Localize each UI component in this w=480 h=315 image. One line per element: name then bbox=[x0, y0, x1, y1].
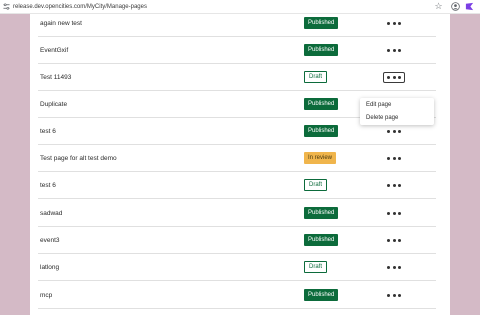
page-title[interactable]: Test 11493 bbox=[40, 64, 71, 91]
dot-icon bbox=[392, 22, 396, 25]
more-options-button[interactable] bbox=[383, 262, 405, 273]
status-badge: Published bbox=[304, 17, 339, 29]
dot-icon bbox=[392, 266, 396, 269]
page-row: again new test Published bbox=[38, 10, 436, 37]
dot-icon bbox=[387, 76, 390, 79]
page-row: event3 Published bbox=[38, 227, 436, 254]
dot-icon bbox=[398, 49, 401, 52]
page-title[interactable]: latlong bbox=[40, 254, 59, 281]
dot-icon bbox=[387, 184, 390, 187]
page-title[interactable]: sadwad bbox=[40, 200, 62, 227]
tune-icon[interactable] bbox=[3, 3, 10, 10]
status-badge: Published bbox=[304, 207, 339, 219]
page-title[interactable]: again new test bbox=[40, 10, 82, 37]
page-row: EventGxif Published bbox=[38, 37, 436, 64]
status-badge: Published bbox=[304, 125, 339, 137]
page-row: test 6 Draft bbox=[38, 172, 436, 199]
page-title[interactable]: Test page for alt test demo bbox=[40, 145, 117, 172]
dot-icon bbox=[392, 239, 396, 242]
status-badge: Published bbox=[304, 234, 339, 246]
dot-icon bbox=[398, 294, 401, 297]
dot-icon bbox=[398, 157, 401, 160]
dot-icon bbox=[398, 130, 401, 133]
page-row: latlong Draft bbox=[38, 254, 436, 281]
page-row: Test 11493 Draft bbox=[38, 64, 436, 91]
edit-page-menu-item[interactable]: Edit page bbox=[360, 99, 434, 112]
dot-icon bbox=[387, 266, 390, 269]
dot-icon bbox=[387, 212, 390, 215]
more-options-button[interactable] bbox=[383, 153, 405, 164]
dot-icon bbox=[392, 184, 396, 187]
more-options-button[interactable] bbox=[383, 72, 405, 83]
manage-pages-panel: again new test Published EventGxif Publi… bbox=[30, 14, 450, 315]
dot-icon bbox=[398, 212, 401, 215]
dot-icon bbox=[387, 294, 390, 297]
page-options-menu: Edit page Delete page bbox=[360, 98, 434, 125]
more-options-button[interactable] bbox=[383, 180, 405, 191]
dot-icon bbox=[387, 130, 390, 133]
status-badge: Published bbox=[304, 44, 339, 56]
status-badge: Published bbox=[304, 98, 339, 110]
page-title[interactable]: EventGxif bbox=[40, 37, 68, 64]
dot-icon bbox=[398, 76, 401, 79]
dot-icon bbox=[398, 239, 401, 242]
dot-icon bbox=[392, 294, 396, 297]
page-title[interactable]: test 6 bbox=[40, 172, 56, 199]
dot-icon bbox=[387, 22, 390, 25]
dot-icon bbox=[392, 130, 396, 133]
dot-icon bbox=[392, 212, 396, 215]
status-badge: Published bbox=[304, 289, 339, 301]
account-icon[interactable] bbox=[451, 2, 460, 11]
dot-icon bbox=[387, 239, 390, 242]
more-options-button[interactable] bbox=[383, 235, 405, 246]
dot-icon bbox=[398, 22, 401, 25]
page-title[interactable]: test 6 bbox=[40, 118, 56, 145]
dot-icon bbox=[392, 49, 396, 52]
page-title[interactable]: Duplicate bbox=[40, 91, 67, 118]
more-options-button[interactable] bbox=[383, 290, 405, 301]
dot-icon bbox=[398, 184, 401, 187]
delete-page-menu-item[interactable]: Delete page bbox=[360, 112, 434, 125]
page-row: Test page for alt test demo In review bbox=[38, 145, 436, 172]
more-options-button[interactable] bbox=[383, 208, 405, 219]
status-badge: In review bbox=[304, 152, 337, 164]
status-badge: Draft bbox=[304, 179, 328, 191]
more-options-button[interactable] bbox=[383, 45, 405, 56]
status-badge: Draft bbox=[304, 71, 328, 83]
page-row: sadwad Published bbox=[38, 200, 436, 227]
more-options-button[interactable] bbox=[383, 18, 405, 29]
more-options-button[interactable] bbox=[383, 126, 405, 137]
page-row: mcp Published bbox=[38, 282, 436, 309]
dot-icon bbox=[398, 266, 401, 269]
page-title[interactable]: event3 bbox=[40, 227, 60, 254]
dot-icon bbox=[387, 49, 390, 52]
extension-icon[interactable] bbox=[465, 2, 474, 11]
status-badge: Draft bbox=[304, 261, 328, 273]
dot-icon bbox=[392, 76, 396, 79]
page-title[interactable]: mcp bbox=[40, 282, 52, 309]
dot-icon bbox=[392, 157, 396, 160]
dot-icon bbox=[387, 157, 390, 160]
